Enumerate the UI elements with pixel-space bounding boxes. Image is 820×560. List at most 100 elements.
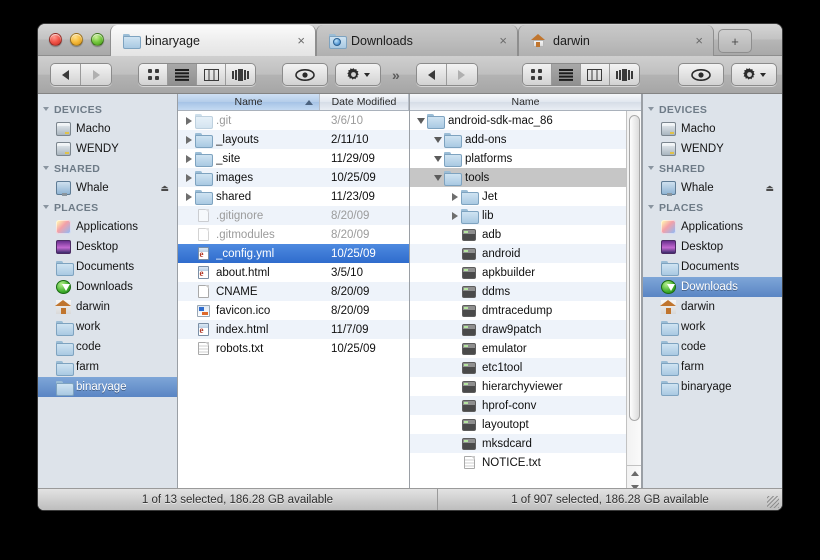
disclosure-triangle-icon[interactable] (448, 211, 461, 220)
list-view-button-right[interactable] (551, 64, 581, 85)
zoom-button[interactable] (91, 33, 104, 46)
vscroll-thumb-right[interactable] (629, 115, 640, 421)
column-header-name-left[interactable]: Name (178, 94, 320, 110)
disclosure-triangle-icon[interactable] (43, 166, 49, 170)
table-row[interactable]: tools (410, 168, 641, 187)
disclosure-triangle-icon[interactable] (448, 192, 461, 201)
table-row[interactable]: android-sdk-mac_86 (410, 111, 641, 130)
sidebar-item-macho[interactable]: Macho (38, 119, 177, 139)
sidebar-item-macho[interactable]: Macho (643, 119, 782, 139)
sidebar-item-applications[interactable]: Applications (38, 217, 177, 237)
disclosure-triangle-icon[interactable] (182, 192, 195, 201)
disclosure-triangle-icon[interactable] (431, 174, 444, 181)
disclosure-triangle-icon[interactable] (648, 166, 654, 170)
sidebar-item-darwin[interactable]: darwin (643, 297, 782, 317)
coverflow-view-button-left[interactable] (226, 64, 255, 85)
table-row[interactable]: ddms (410, 282, 641, 301)
sidebar-item-farm[interactable]: farm (38, 357, 177, 377)
disclosure-triangle-icon[interactable] (431, 136, 444, 143)
forward-button-right[interactable] (446, 64, 477, 85)
table-row[interactable]: lib (410, 206, 641, 225)
sidebar-item-work[interactable]: work (643, 317, 782, 337)
sidebar-item-wendy[interactable]: WENDY (643, 139, 782, 159)
column-header-name-right[interactable]: Name (410, 94, 641, 110)
eject-icon[interactable]: ⏏ (765, 183, 774, 194)
sidebar-section-places[interactable]: PLACES (38, 198, 177, 217)
table-row[interactable]: robots.txt 10/25/09 (178, 339, 409, 358)
table-row[interactable]: draw9patch (410, 320, 641, 339)
sidebar-item-documents[interactable]: Documents (643, 257, 782, 277)
disclosure-triangle-icon[interactable] (43, 205, 49, 209)
icon-view-button-right[interactable] (522, 64, 552, 85)
sidebar-section-devices[interactable]: DEVICES (643, 100, 782, 119)
table-row[interactable]: .gitignore 8/20/09 (178, 206, 409, 225)
table-row[interactable]: shared 11/23/09 (178, 187, 409, 206)
disclosure-triangle-icon[interactable] (182, 173, 195, 182)
table-row[interactable]: CNAME 8/20/09 (178, 282, 409, 301)
eject-icon[interactable]: ⏏ (160, 183, 169, 194)
tab-close-icon[interactable]: × (477, 34, 507, 47)
sidebar-item-desktop[interactable]: Desktop (38, 237, 177, 257)
disclosure-triangle-icon[interactable] (431, 155, 444, 162)
table-row[interactable]: favicon.ico 8/20/09 (178, 301, 409, 320)
table-row[interactable]: platforms (410, 149, 641, 168)
sidebar-item-downloads[interactable]: Downloads (38, 277, 177, 297)
sidebar-section-shared[interactable]: SHARED (38, 159, 177, 178)
forward-button-left[interactable] (81, 64, 111, 85)
sidebar-item-farm[interactable]: farm (643, 357, 782, 377)
tab-darwin[interactable]: darwin × (518, 25, 714, 56)
minimize-button[interactable] (70, 33, 83, 46)
table-row[interactable]: android (410, 244, 641, 263)
sidebar-item-binaryage[interactable]: binaryage (643, 377, 782, 397)
sidebar-section-devices[interactable]: DEVICES (38, 100, 177, 119)
table-row[interactable]: hprof-conv (410, 396, 641, 415)
table-row[interactable]: mksdcard (410, 434, 641, 453)
sidebar-item-whale[interactable]: Whale ⏏ (38, 178, 177, 198)
table-row[interactable]: add-ons (410, 130, 641, 149)
file-list-left[interactable]: .git 3/6/10 _layouts 2/11/10 _site 11/29/09 im… (178, 111, 409, 495)
sidebar-item-downloads[interactable]: Downloads (643, 277, 782, 297)
tab-binaryage[interactable]: binaryage × (110, 25, 316, 56)
list-view-button-left[interactable] (168, 64, 197, 85)
tab-close-icon[interactable]: × (673, 34, 703, 47)
disclosure-triangle-icon[interactable] (182, 154, 195, 163)
close-button[interactable] (49, 33, 62, 46)
sidebar-item-desktop[interactable]: Desktop (643, 237, 782, 257)
action-menu-button-left[interactable] (335, 63, 381, 86)
tab-close-icon[interactable]: × (275, 34, 305, 47)
disclosure-triangle-icon[interactable] (43, 107, 49, 111)
action-menu-button-right[interactable] (730, 63, 777, 86)
quicklook-button-right[interactable] (677, 63, 724, 86)
new-tab-button[interactable]: + (718, 29, 752, 53)
resize-grip[interactable] (767, 496, 779, 508)
table-row[interactable]: emulator (410, 339, 641, 358)
sidebar-item-work[interactable]: work (38, 317, 177, 337)
back-button-right[interactable] (416, 64, 447, 85)
coverflow-view-button-right[interactable] (609, 64, 639, 85)
vscroll-up-button[interactable] (630, 470, 639, 476)
table-row[interactable]: apkbuilder (410, 263, 641, 282)
toolbar-overflow-left[interactable]: » (388, 67, 402, 83)
sidebar-item-whale[interactable]: Whale ⏏ (643, 178, 782, 198)
column-view-button-left[interactable] (197, 64, 226, 85)
table-row[interactable]: hierarchyviewer (410, 377, 641, 396)
table-row[interactable]: NOTICE.txt (410, 453, 641, 472)
table-row[interactable]: .gitmodules 8/20/09 (178, 225, 409, 244)
disclosure-triangle-icon[interactable] (182, 116, 195, 125)
sidebar-item-binaryage[interactable]: binaryage (38, 377, 177, 397)
table-row[interactable]: about.html 3/5/10 (178, 263, 409, 282)
sidebar-item-applications[interactable]: Applications (643, 217, 782, 237)
disclosure-triangle-icon[interactable] (648, 205, 654, 209)
sidebar-section-places[interactable]: PLACES (643, 198, 782, 217)
sidebar-item-code[interactable]: code (38, 337, 177, 357)
table-row[interactable]: etc1tool (410, 358, 641, 377)
disclosure-triangle-icon[interactable] (414, 117, 427, 124)
sidebar-section-shared[interactable]: SHARED (643, 159, 782, 178)
quicklook-button-left[interactable] (282, 63, 328, 86)
sidebar-item-documents[interactable]: Documents (38, 257, 177, 277)
file-list-right[interactable]: android-sdk-mac_86 add-ons platforms tools J… (410, 111, 641, 495)
vertical-scrollbar-right[interactable] (626, 111, 641, 495)
table-row[interactable]: images 10/25/09 (178, 168, 409, 187)
table-row[interactable]: layoutopt (410, 415, 641, 434)
disclosure-triangle-icon[interactable] (648, 107, 654, 111)
